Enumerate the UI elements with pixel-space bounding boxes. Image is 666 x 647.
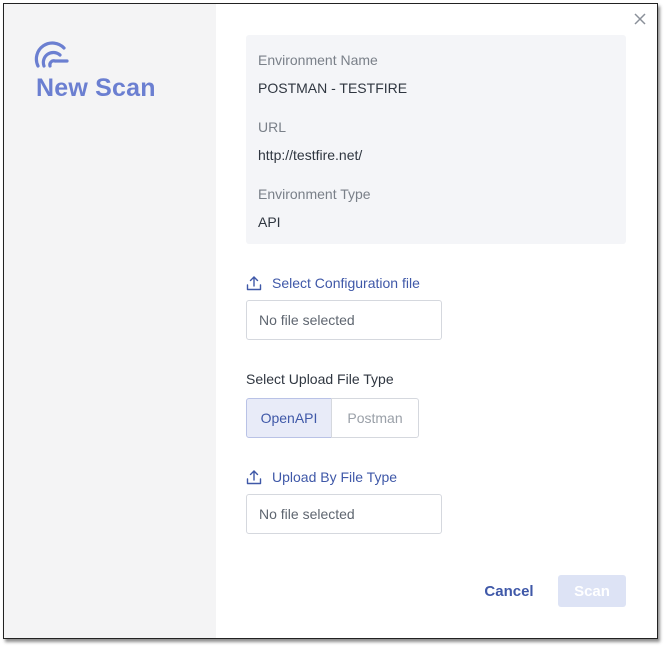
scan-button[interactable]: Scan [558, 575, 626, 607]
brand-logo-icon [34, 41, 69, 68]
select-configuration-file-label: Select Configuration file [272, 275, 420, 291]
openapi-option-button[interactable]: OpenAPI [246, 398, 332, 438]
configuration-file-field[interactable]: No file selected [246, 300, 442, 340]
url-value: http://testfire.net/ [258, 147, 363, 163]
url-label: URL [258, 119, 287, 135]
environment-type-label: Environment Type [258, 186, 371, 202]
close-icon[interactable] [632, 11, 648, 27]
upload-icon [246, 470, 262, 485]
upload-file-type-label: Select Upload File Type [246, 371, 394, 387]
dialog-title: New Scan [36, 74, 156, 102]
environment-summary-panel: Environment Name POSTMAN - TESTFIRE URL … [246, 35, 626, 244]
upload-by-file-type-label: Upload By File Type [272, 469, 398, 485]
environment-name-value: POSTMAN - TESTFIRE [258, 80, 408, 96]
cancel-button[interactable]: Cancel [478, 575, 540, 607]
upload-icon [246, 276, 262, 291]
new-scan-dialog: New Scan Environment Name POSTMAN - TEST… [3, 3, 658, 639]
select-configuration-file-link[interactable]: Select Configuration file [246, 273, 420, 293]
environment-name-label: Environment Name [258, 52, 378, 68]
dialog-sidebar: New Scan [4, 4, 216, 638]
file-type-upload-field[interactable]: No file selected [246, 494, 442, 534]
postman-option-button[interactable]: Postman [331, 398, 419, 438]
environment-type-value: API [258, 214, 281, 230]
upload-by-file-type-link[interactable]: Upload By File Type [246, 467, 397, 487]
